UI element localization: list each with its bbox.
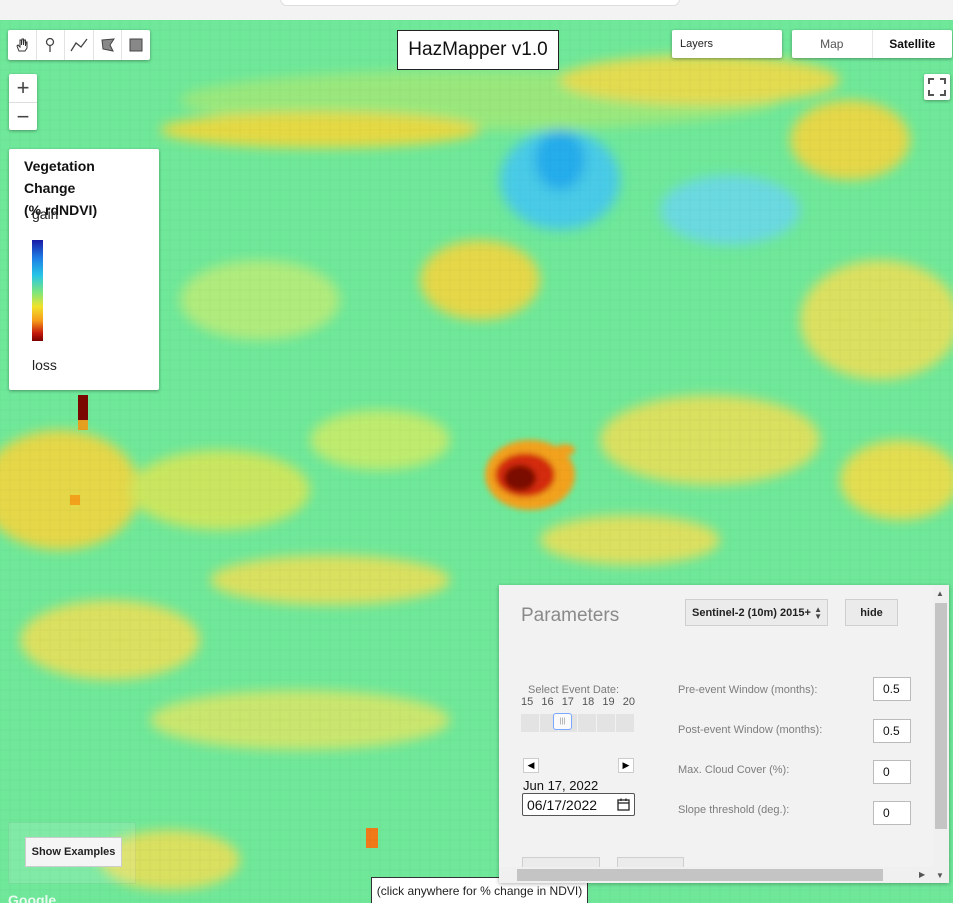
calendar-icon[interactable] — [617, 798, 630, 811]
marker-icon[interactable] — [37, 30, 66, 60]
hide-button[interactable]: hide — [845, 599, 898, 626]
fullscreen-button[interactable] — [924, 74, 950, 100]
sensor-select[interactable]: Sentinel-2 (10m) 2015+ ▲ ▼ — [685, 599, 828, 626]
scroll-right-icon[interactable]: ▶ — [919, 870, 925, 879]
event-date-input[interactable]: 06/17/2022 — [522, 793, 635, 816]
post-window-input[interactable]: 0.5 — [873, 719, 911, 743]
legend-color-ramp — [32, 240, 43, 341]
sensor-select-value: Sentinel-2 (10m) 2015+ — [692, 606, 811, 619]
maptype-toggle: Map Satellite — [792, 30, 952, 58]
horizontal-scroll-thumb[interactable] — [517, 869, 883, 881]
slider-tick: 16 — [541, 696, 554, 708]
parameters-title: Parameters — [521, 605, 620, 626]
event-date-input-value: 06/17/2022 — [527, 796, 598, 813]
vertical-scroll-thumb[interactable] — [935, 603, 947, 829]
next-date-button[interactable]: ▶ — [618, 758, 634, 773]
slider-tick: 17 — [561, 696, 574, 708]
slope-threshold-label: Slope threshold (deg.): — [678, 804, 790, 816]
slope-threshold-input[interactable]: 0 — [873, 801, 911, 825]
scroll-up-icon[interactable]: ▲ — [936, 589, 944, 598]
layers-dropdown[interactable]: Layers — [672, 30, 782, 58]
select-arrows-icon: ▲ ▼ — [814, 605, 822, 621]
zoom-out-button[interactable]: − — [9, 103, 37, 131]
legend-loss-label: loss — [32, 357, 57, 373]
legend-title-line1: Vegetation Change — [24, 158, 95, 196]
vertical-scrollbar[interactable]: ▲ ▼ — [933, 585, 949, 883]
hand-icon[interactable] — [8, 30, 37, 60]
event-date-slider[interactable]: ||| — [521, 713, 635, 732]
horizontal-scrollbar[interactable]: ▶ — [499, 867, 933, 883]
cloud-cover-label: Max. Cloud Cover (%): — [678, 764, 790, 776]
address-pill — [280, 0, 680, 6]
event-date-text: Jun 17, 2022 — [523, 778, 599, 793]
polygon-icon[interactable] — [94, 30, 123, 60]
slider-tick: 20 — [622, 696, 635, 708]
drawing-toolbar — [8, 30, 150, 60]
app-title: HazMapper v1.0 — [397, 30, 559, 70]
zoom-in-button[interactable]: + — [9, 74, 37, 103]
maptype-satellite-button[interactable]: Satellite — [873, 30, 953, 58]
google-logo: Google — [8, 892, 57, 903]
maptype-map-button[interactable]: Map — [792, 30, 873, 58]
pre-window-input[interactable]: 0.5 — [873, 677, 911, 701]
slider-tick: 15 — [521, 696, 534, 708]
polyline-icon[interactable] — [65, 30, 94, 60]
slider-ticks: 15 16 17 18 19 20 — [521, 696, 635, 708]
map-canvas[interactable]: HazMapper v1.0 Layers Map Satellite + − … — [0, 20, 953, 903]
rectangle-icon[interactable] — [122, 30, 150, 60]
parameters-panel: Parameters Sentinel-2 (10m) 2015+ ▲ ▼ hid… — [499, 585, 949, 883]
zoom-control: + − — [9, 74, 37, 130]
prev-date-button[interactable]: ◀ — [523, 758, 539, 773]
slider-thumb[interactable]: ||| — [553, 713, 572, 730]
scroll-down-icon[interactable]: ▼ — [936, 871, 944, 880]
slider-tick: 18 — [582, 696, 595, 708]
show-examples-button[interactable]: Show Examples — [25, 837, 122, 867]
browser-top-strip — [0, 0, 953, 20]
cloud-cover-input[interactable]: 0 — [873, 760, 911, 784]
slider-tick: 19 — [602, 696, 615, 708]
post-window-label: Post-event Window (months): — [678, 724, 823, 736]
legend-panel: Vegetation Change (% rdNDVI) gain loss — [9, 149, 159, 390]
fullscreen-icon — [928, 78, 946, 96]
event-date-label: Select Event Date: — [528, 684, 620, 696]
legend-gain-label: gain — [32, 206, 59, 222]
pre-window-label: Pre-event Window (months): — [678, 684, 818, 696]
